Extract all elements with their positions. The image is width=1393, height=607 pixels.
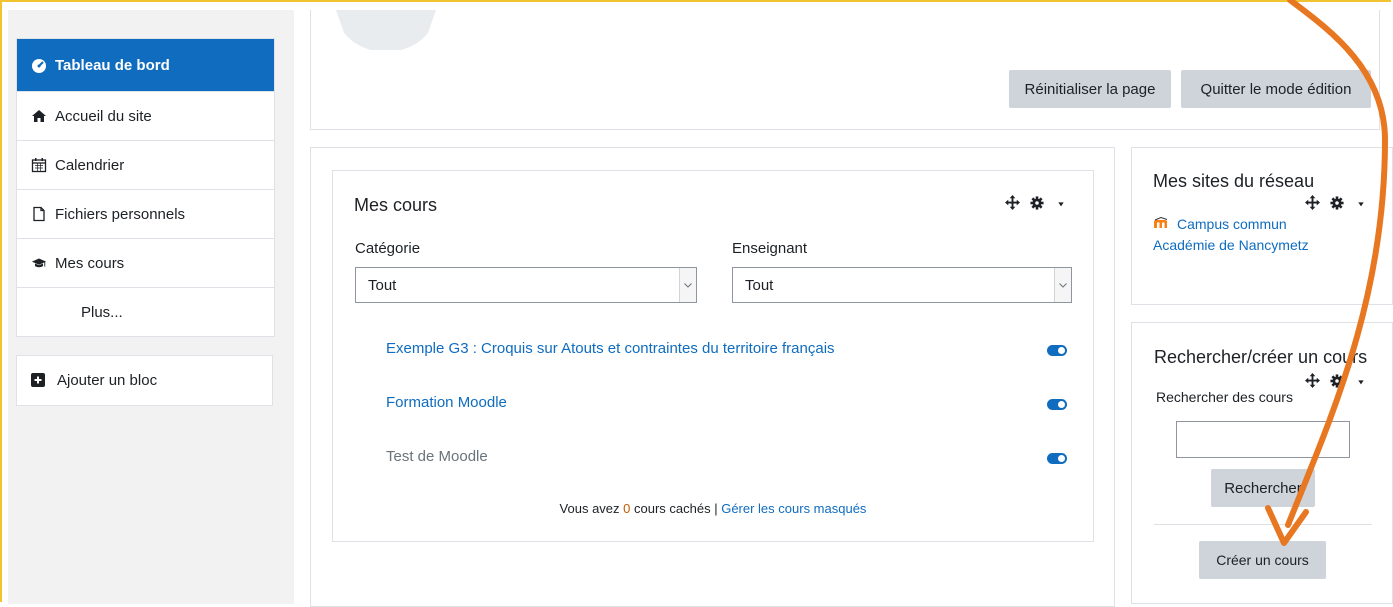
teacher-label: Enseignant [732,240,808,257]
add-block-label: Ajouter un bloc [57,372,158,389]
category-label: Catégorie [355,240,421,257]
course-link[interactable]: Exemple G3 : Croquis sur Atouts et contr… [386,340,835,357]
hidden-suffix: cours cachés | [630,501,722,516]
avatar [336,10,436,50]
teacher-select-value: Tout [745,276,774,294]
nav-item-site-home[interactable]: Accueil du site [17,91,274,140]
nav-drawer: Tableau de bord Accueil du site Calendri… [16,38,275,337]
move-icon[interactable] [1305,195,1320,213]
nav-item-more[interactable]: Plus... [17,287,274,336]
nav-item-label: Plus... [81,303,123,321]
gear-icon[interactable] [1330,195,1344,213]
calendar-icon [31,157,47,173]
network-site-link[interactable]: Campus commun Académie de Nancymetz [1153,214,1343,256]
nav-item-label: Accueil du site [55,107,152,125]
plus-square-icon [31,372,47,389]
quit-edit-mode-button[interactable]: Quitter le mode édition [1181,70,1371,108]
move-icon[interactable] [1305,373,1320,391]
gear-icon[interactable] [1330,373,1344,391]
teacher-select[interactable]: Tout [732,267,1072,303]
network-site-label: Campus commun Académie de Nancymetz [1153,216,1309,253]
manage-hidden-courses-link[interactable]: Gérer les cours masqués [721,501,866,516]
nav-item-label: Calendrier [55,156,125,174]
home-icon [31,108,47,124]
nav-item-private-files[interactable]: Fichiers personnels [17,189,274,238]
nav-item-label: Fichiers personnels [55,205,186,223]
gear-icon[interactable] [1030,195,1044,213]
chevron-down-icon [679,268,696,302]
block-controls [1305,373,1368,391]
chevron-down-icon [1054,268,1071,302]
category-select-value: Tout [368,276,397,294]
divider [1154,524,1372,525]
create-course-button[interactable]: Créer un cours [1199,541,1326,579]
reset-page-button[interactable]: Réinitialiser la page [1009,70,1171,108]
course-link[interactable]: Formation Moodle [386,394,507,411]
nav-item-my-courses[interactable]: Mes cours [17,238,274,287]
nav-item-dashboard[interactable]: Tableau de bord [17,39,274,91]
search-courses-input[interactable] [1176,421,1350,458]
search-courses-label: Rechercher des cours [1156,389,1293,405]
block-title: Rechercher/créer un cours [1154,347,1368,367]
graduation-cap-icon [31,255,47,271]
block-title: Mes sites du réseau [1153,171,1315,191]
move-icon[interactable] [1005,195,1020,213]
nav-item-label: Mes cours [55,254,125,272]
category-select[interactable]: Tout [355,267,697,303]
file-icon [31,206,47,222]
hidden-prefix: Vous avez [559,501,624,516]
caret-down-icon[interactable] [1354,375,1368,390]
course-visibility-toggle[interactable] [1047,345,1067,356]
block-controls [1305,195,1368,213]
nav-item-calendar[interactable]: Calendrier [17,140,274,189]
add-block-button[interactable]: Ajouter un bloc [16,355,273,406]
caret-down-icon[interactable] [1354,197,1368,212]
caret-down-icon[interactable] [1054,197,1068,212]
moodle-logo-icon [1153,214,1169,235]
block-controls [1005,195,1068,213]
search-button[interactable]: Rechercher [1211,469,1315,507]
dashboard-icon [31,57,47,73]
block-title: Mes cours [354,195,438,215]
course-link[interactable]: Test de Moodle [386,448,488,465]
course-visibility-toggle[interactable] [1047,453,1067,464]
hidden-courses-note: Vous avez 0 cours cachés | Gérer les cou… [333,501,1093,516]
nav-item-label: Tableau de bord [55,56,170,74]
course-visibility-toggle[interactable] [1047,399,1067,410]
